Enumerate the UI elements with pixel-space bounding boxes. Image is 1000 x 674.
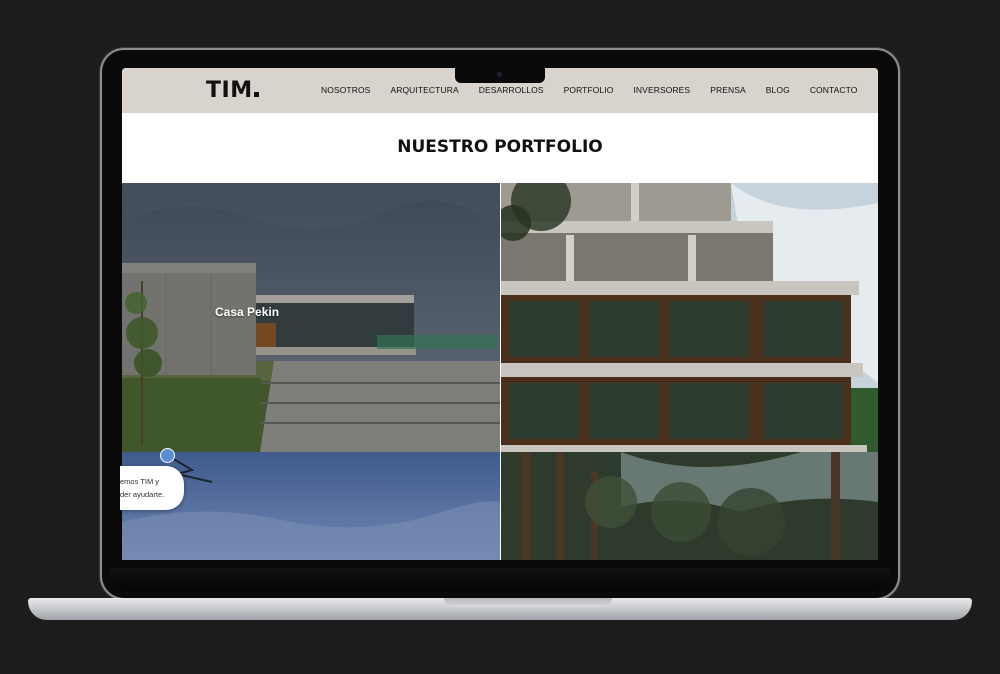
laptop-bezel-bottom	[110, 568, 890, 592]
browser-screen: TIM NOSOTROS ARQUITECTURA DESARROLLOS PO…	[122, 68, 878, 560]
tile-label-casa-pekin[interactable]: Casa Pekin	[215, 305, 279, 319]
nav-arquitectura[interactable]: ARQUITECTURA	[390, 85, 458, 95]
nav-nosotros[interactable]: NOSOTROS	[321, 85, 370, 95]
camera-notch	[455, 68, 545, 83]
portfolio-tile-sky[interactable]	[122, 452, 500, 560]
site-logo[interactable]: TIM	[206, 78, 259, 103]
logo-text[interactable]: TIM	[206, 78, 253, 103]
laptop-base-notch	[444, 598, 612, 607]
logo-dot-icon	[253, 92, 259, 97]
nav-prensa[interactable]: PRENSA	[710, 85, 746, 95]
portfolio-tile-casa-pekin[interactable]: Casa Pekin	[122, 183, 500, 452]
chat-widget-bubble[interactable]: emos TIM y der ayudarte.	[120, 466, 184, 510]
chat-line-1: emos TIM y	[120, 477, 160, 486]
casa-pekin-photo	[122, 183, 500, 452]
nav-inversores[interactable]: INVERSORES	[633, 85, 690, 95]
laptop-base	[28, 598, 972, 620]
forest-photo	[501, 452, 878, 560]
portfolio-tile-forest[interactable]	[501, 452, 878, 560]
main-nav: NOSOTROS ARQUITECTURA DESARROLLOS PORTFO…	[321, 85, 878, 95]
portfolio-title-section: NUESTRO PORTFOLIO	[122, 113, 878, 183]
page-title: NUESTRO PORTFOLIO	[397, 137, 603, 157]
camera-icon	[497, 72, 502, 77]
nav-contacto[interactable]: CONTACTO	[810, 85, 858, 95]
nav-desarrollos[interactable]: DESARROLLOS	[479, 85, 544, 95]
nav-portfolio[interactable]: PORTFOLIO	[564, 85, 614, 95]
chat-avatar-icon[interactable]	[160, 448, 175, 463]
portfolio-tile-building[interactable]	[501, 183, 878, 452]
nav-blog[interactable]: BLOG	[766, 85, 790, 95]
sky-photo	[122, 452, 500, 560]
concrete-building-photo	[501, 183, 878, 452]
chat-line-2: der ayudarte.	[120, 490, 165, 499]
